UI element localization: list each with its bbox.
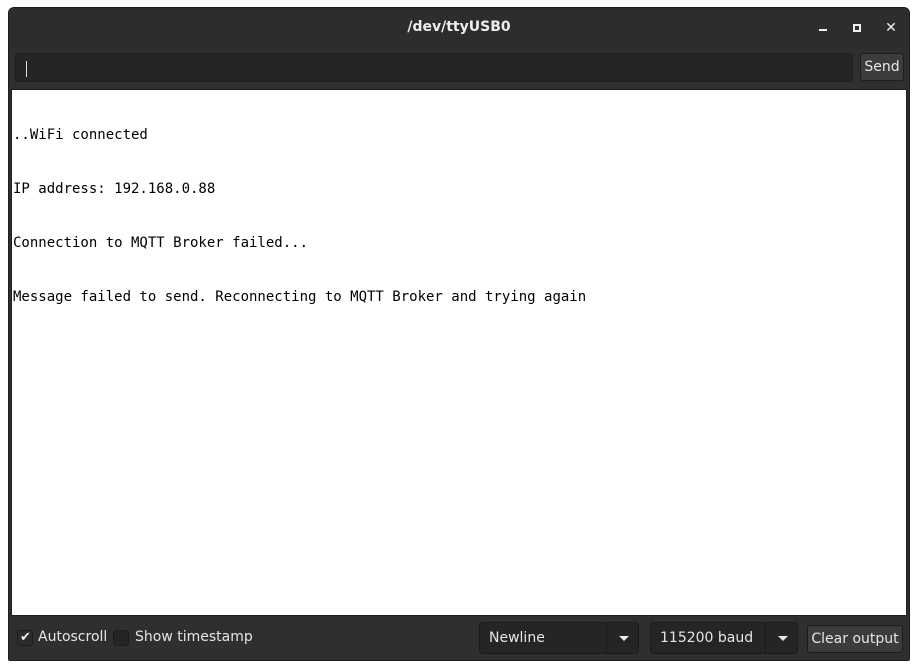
text-cursor xyxy=(26,61,27,77)
chevron-down-icon[interactable] xyxy=(619,636,629,641)
checkmark-icon: ✔ xyxy=(20,630,31,645)
status-bar: ✔ Autoscroll Show timestamp Newline 1152… xyxy=(9,616,909,660)
send-button[interactable]: Send xyxy=(860,53,904,81)
chevron-down-icon[interactable] xyxy=(778,636,788,641)
line-ending-select[interactable]: Newline xyxy=(479,622,639,654)
combo-divider xyxy=(765,623,766,653)
title-bar[interactable]: /dev/ttyUSB0 ✕ xyxy=(9,8,909,48)
output-line: Message failed to send. Reconnecting to … xyxy=(13,289,587,305)
window-title: /dev/ttyUSB0 xyxy=(407,19,511,35)
combo-divider xyxy=(606,623,607,653)
output-line: Connection to MQTT Broker failed... xyxy=(13,235,309,251)
autoscroll-label: Autoscroll xyxy=(38,629,108,645)
show-timestamp-label: Show timestamp xyxy=(135,629,253,645)
baud-rate-select[interactable]: 115200 baud xyxy=(650,622,798,654)
close-icon[interactable]: ✕ xyxy=(881,18,901,38)
maximize-icon[interactable] xyxy=(847,18,867,38)
line-ending-value: Newline xyxy=(489,630,545,646)
minimize-icon[interactable] xyxy=(813,18,833,38)
send-toolbar: Send xyxy=(9,48,909,88)
baud-rate-value: 115200 baud xyxy=(660,630,754,646)
show-timestamp-checkbox[interactable] xyxy=(113,630,129,646)
output-line: ..WiFi connected xyxy=(13,127,148,143)
autoscroll-checkbox[interactable]: ✔ xyxy=(17,630,33,646)
serial-output[interactable]: ..WiFi connected IP address: 192.168.0.8… xyxy=(11,89,907,616)
serial-monitor-window: /dev/ttyUSB0 ✕ Send ..WiFi connected IP … xyxy=(8,7,910,661)
output-line: IP address: 192.168.0.88 xyxy=(13,181,216,197)
send-input[interactable] xyxy=(15,53,853,82)
clear-output-button[interactable]: Clear output xyxy=(807,625,903,653)
